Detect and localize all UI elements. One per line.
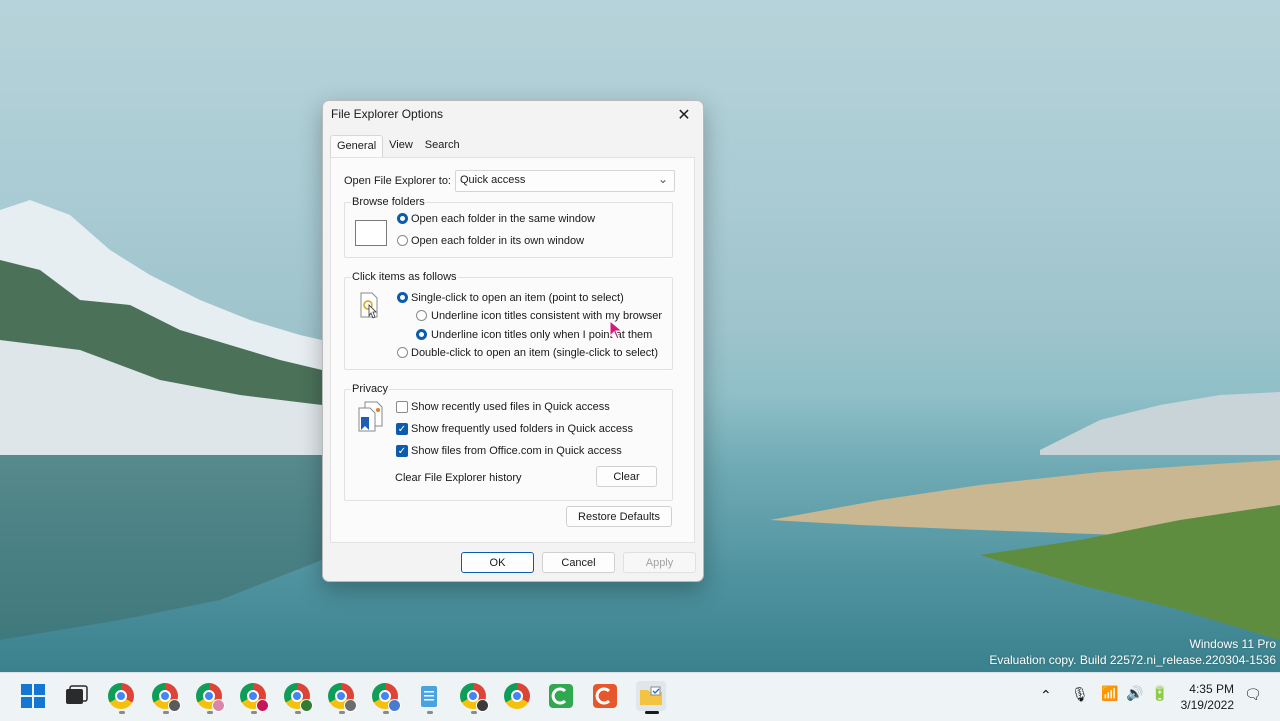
own-window-label[interactable]: Open each folder in its own window	[411, 235, 584, 247]
ok-button[interactable]: OK	[461, 552, 534, 573]
chrome-profile-icon[interactable]	[152, 683, 181, 712]
chrome-profile-icon[interactable]	[196, 683, 225, 712]
clock-date: 3/19/2022	[1180, 698, 1234, 712]
cancel-button[interactable]: Cancel	[542, 552, 615, 573]
open-to-select[interactable]: Quick access ⌄	[455, 170, 675, 192]
close-icon: ✕	[677, 107, 691, 124]
window-icon	[355, 220, 387, 246]
file-explorer-icon[interactable]	[636, 681, 666, 711]
windows-logo-icon	[21, 684, 45, 708]
chevron-down-icon: ⌄	[657, 172, 668, 186]
underline-point-radio[interactable]	[416, 329, 427, 340]
recent-files-label[interactable]: Show recently used files in Quick access	[411, 401, 610, 413]
running-indicator	[251, 711, 257, 714]
task-view-icon	[66, 685, 88, 704]
chrome-icon[interactable]	[108, 683, 134, 709]
profile-badge-icon	[256, 699, 269, 712]
file-explorer-options-dialog: File Explorer Options ✕ General View Sea…	[322, 100, 704, 582]
chrome-profile-icon[interactable]	[460, 683, 489, 712]
running-indicator	[471, 711, 477, 714]
wifi-icon[interactable]: 📶	[1101, 685, 1118, 702]
own-window-radio[interactable]	[397, 235, 408, 246]
frequent-folders-checkbox[interactable]: ✓	[396, 423, 408, 435]
chrome-profile-icon[interactable]	[240, 683, 269, 712]
office-files-checkbox[interactable]: ✓	[396, 445, 408, 457]
camtasia-orange-icon[interactable]	[592, 683, 618, 709]
pointer-document-icon	[359, 292, 379, 320]
speaker-icon[interactable]: 🔊	[1126, 685, 1143, 702]
profile-badge-icon	[212, 699, 225, 712]
profile-badge-icon	[476, 699, 489, 712]
profile-badge-icon	[388, 699, 401, 712]
apply-button[interactable]: Apply	[623, 552, 696, 573]
browse-folders-title: Browse folders	[351, 196, 426, 208]
task-view-button[interactable]	[63, 683, 89, 709]
microphone-icon[interactable]: 🎙	[1071, 686, 1089, 703]
tab-general[interactable]: General	[330, 135, 384, 157]
clear-button[interactable]: Clear	[596, 466, 657, 487]
office-files-label[interactable]: Show files from Office.com in Quick acce…	[411, 445, 622, 457]
recent-files-checkbox[interactable]	[396, 401, 408, 413]
start-button[interactable]	[20, 683, 46, 709]
running-indicator	[119, 711, 125, 714]
underline-consistent-radio[interactable]	[416, 310, 427, 321]
privacy-documents-icon	[355, 400, 385, 432]
frequent-folders-label[interactable]: Show frequently used folders in Quick ac…	[411, 423, 633, 435]
battery-icon[interactable]: 🔋	[1151, 685, 1168, 702]
restore-defaults-button[interactable]: Restore Defaults	[566, 506, 672, 527]
running-indicator	[207, 711, 213, 714]
chrome-profile-icon[interactable]	[328, 683, 357, 712]
click-items-title: Click items as follows	[351, 271, 458, 283]
camtasia-green-icon[interactable]	[548, 683, 574, 709]
profile-badge-icon	[344, 699, 357, 712]
chrome-profile-icon[interactable]	[372, 683, 401, 712]
click-items-group: Click items as follows Single-click to o…	[344, 271, 673, 370]
profile-badge-icon	[300, 699, 313, 712]
tab-view[interactable]: View	[383, 135, 419, 157]
clock-time: 4:35 PM	[1189, 682, 1234, 696]
running-indicator	[295, 711, 301, 714]
watermark-build: Evaluation copy. Build 22572.ni_release.…	[989, 653, 1276, 667]
show-hidden-icons-chevron-icon[interactable]: ⌃	[1040, 687, 1052, 704]
profile-badge-icon	[168, 699, 181, 712]
mouse-cursor-icon	[609, 319, 624, 340]
same-window-label[interactable]: Open each folder in the same window	[411, 213, 595, 225]
browse-folders-group: Browse folders Open each folder in the s…	[344, 196, 673, 258]
running-indicator	[163, 711, 169, 714]
clock[interactable]: 4:35 PM 3/19/2022	[1181, 681, 1234, 713]
dialog-title: File Explorer Options	[331, 107, 444, 121]
chrome-icon[interactable]	[504, 683, 530, 709]
clear-history-label: Clear File Explorer history	[395, 472, 522, 484]
close-button[interactable]: ✕	[671, 103, 697, 127]
running-indicator	[427, 711, 433, 714]
watermark-edition: Windows 11 Pro	[1189, 637, 1276, 651]
active-indicator	[645, 711, 659, 714]
notepad-icon[interactable]	[416, 683, 442, 709]
double-click-radio[interactable]	[397, 347, 408, 358]
privacy-group: Privacy Show recently used files in Quic…	[344, 383, 673, 501]
tab-bar: General View Search	[330, 135, 466, 157]
single-click-radio[interactable]	[397, 292, 408, 303]
same-window-radio[interactable]	[397, 213, 408, 224]
taskbar: ⌃ 🎙 📶 🔊 🔋 4:35 PM 3/19/2022 🗨	[0, 672, 1280, 721]
underline-consistent-label[interactable]: Underline icon titles consistent with my…	[431, 310, 662, 322]
general-panel: Open File Explorer to: Quick access ⌄ Br…	[330, 157, 695, 543]
single-click-label[interactable]: Single-click to open an item (point to s…	[411, 292, 624, 304]
running-indicator	[383, 711, 389, 714]
double-click-label[interactable]: Double-click to open an item (single-cli…	[411, 347, 658, 359]
privacy-title: Privacy	[351, 383, 390, 395]
chrome-profile-icon[interactable]	[284, 683, 313, 712]
notification-icon[interactable]: 🗨	[1244, 686, 1262, 703]
open-to-label: Open File Explorer to:	[344, 175, 451, 187]
running-indicator	[339, 711, 345, 714]
tab-search[interactable]: Search	[419, 135, 466, 157]
open-to-value: Quick access	[460, 174, 526, 186]
